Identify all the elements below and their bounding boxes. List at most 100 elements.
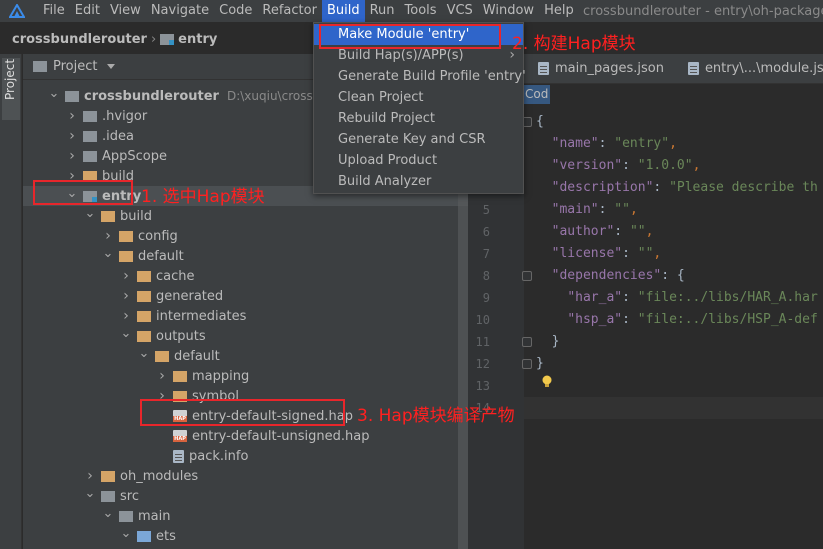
code-token: "description" (551, 180, 654, 195)
chevron-down-icon[interactable]: ⌄ (139, 346, 150, 361)
tree-node[interactable]: › cache (23, 266, 468, 286)
chevron-down-icon[interactable] (107, 64, 116, 69)
breadcrumb-module[interactable]: entry (178, 32, 217, 47)
menu-tools[interactable]: Tools (400, 0, 442, 22)
build-menu-item[interactable]: Build Analyzer (314, 171, 523, 192)
tree-node-label: intermediates (156, 308, 247, 324)
project-panel-title[interactable]: Project (53, 59, 97, 74)
tree-node-label: config (138, 228, 178, 244)
chevron-right-icon[interactable]: › (121, 308, 131, 324)
chevron-right-icon[interactable]: › (85, 468, 95, 484)
menu-vcs[interactable]: VCS (442, 0, 478, 22)
folder-icon (119, 230, 133, 242)
chevron-down-icon[interactable]: ⌄ (85, 486, 96, 501)
tree-node[interactable]: ⌄ build (23, 206, 468, 226)
tree-node[interactable]: ⌄ main (23, 506, 468, 526)
annotation-box-entry (33, 180, 133, 205)
chevron-down-icon[interactable]: ⌄ (85, 206, 96, 221)
app-logo-icon[interactable] (6, 0, 28, 22)
tree-node[interactable]: › oh_modules (23, 466, 468, 486)
json-file-icon (538, 62, 549, 75)
code-token: } (536, 356, 544, 371)
file-icon (173, 449, 184, 463)
build-menu-item[interactable]: Rebuild Project (314, 108, 523, 129)
tree-node[interactable]: ⌄ ets (23, 526, 468, 546)
menu-navigate[interactable]: Navigate (146, 0, 214, 22)
tree-node[interactable]: › mapping (23, 366, 468, 386)
tree-node[interactable]: ⌄ src (23, 486, 468, 506)
tab-module-json[interactable]: entry\...\module.json (674, 54, 823, 84)
chevron-right-icon[interactable]: › (121, 268, 131, 284)
annotation-step3: 3. Hap模块编译产物 (357, 406, 515, 426)
chevron-down-icon[interactable]: ⌄ (49, 86, 60, 101)
code-token: : { (661, 268, 685, 283)
chevron-right-icon[interactable]: › (67, 108, 77, 124)
menu-edit[interactable]: Edit (70, 0, 105, 22)
build-menu-item[interactable]: Upload Product (314, 150, 523, 171)
chevron-down-icon[interactable]: ⌄ (121, 326, 132, 341)
fold-marker-icon[interactable] (522, 271, 532, 281)
code-view-toggle[interactable]: Cod (524, 85, 550, 104)
chevron-right-icon[interactable]: › (103, 228, 113, 244)
code-token: "Please describe th (669, 180, 818, 195)
code-token: "version" (551, 158, 623, 173)
tree-node-label: default (174, 348, 220, 364)
menu-code[interactable]: Code (214, 0, 257, 22)
menu-file[interactable]: File (38, 0, 70, 22)
tab-main-pages[interactable]: main_pages.json (524, 54, 674, 84)
annotation-box-signed-hap (140, 399, 345, 426)
code-token: "" (614, 202, 630, 217)
chevron-down-icon[interactable]: ⌄ (103, 246, 114, 261)
build-menu-item[interactable]: Clean Project (314, 87, 523, 108)
tree-node[interactable]: › generated (23, 286, 468, 306)
tree-node-label: entry-default-unsigned.hap (192, 428, 370, 444)
tree-node[interactable]: ⌄ outputs (23, 326, 468, 346)
chevron-right-icon[interactable]: › (121, 288, 131, 304)
tree-node[interactable]: entry-default-unsigned.hap (23, 426, 468, 446)
menu-view[interactable]: View (105, 0, 146, 22)
build-menu-item-label: Upload Product (338, 153, 438, 168)
code-token: "har_a" (567, 290, 623, 305)
code-line: "version": "1.0.0", (536, 155, 701, 177)
tree-node-label: main (138, 508, 171, 524)
code-line: "name": "entry", (536, 133, 677, 155)
tree-node[interactable]: › config (23, 226, 468, 246)
code-token: "dependencies" (551, 268, 662, 283)
code-token: "file:../libs/HSP_A-def (637, 312, 818, 327)
menu-help[interactable]: Help (539, 0, 579, 22)
menu-build[interactable]: Build (321, 0, 365, 22)
fold-marker-icon[interactable] (522, 359, 532, 369)
project-scrollbar[interactable] (458, 190, 468, 549)
fold-marker-icon[interactable] (522, 337, 532, 347)
tree-node-label: default (138, 248, 184, 264)
breadcrumb-project[interactable]: crossbundlerouter (12, 32, 147, 47)
tree-node[interactable]: pack.info (23, 446, 468, 466)
build-menu-item[interactable]: Generate Key and CSR (314, 129, 523, 150)
code-token: , (669, 136, 677, 151)
build-menu-item[interactable]: Generate Build Profile 'entry' (314, 66, 526, 87)
menu-run[interactable]: Run (365, 0, 400, 22)
folder-icon (101, 210, 115, 222)
menu-window[interactable]: Window (478, 0, 539, 22)
breadcrumb-separator-icon: › (150, 31, 157, 47)
code-line: } (536, 353, 544, 375)
chevron-right-icon[interactable]: › (157, 368, 167, 384)
tree-node[interactable]: ⌄ default (23, 246, 468, 266)
tree-node[interactable]: › intermediates (23, 306, 468, 326)
code-token: "hsp_a" (567, 312, 623, 327)
chevron-right-icon[interactable]: › (67, 128, 77, 144)
tree-node-label: .hvigor (102, 108, 148, 124)
lightbulb-icon[interactable] (541, 375, 553, 389)
chevron-right-icon[interactable]: › (67, 148, 77, 164)
chevron-down-icon[interactable]: ⌄ (103, 506, 114, 521)
code-token: : (614, 224, 630, 239)
tree-node[interactable]: ⌄ default (23, 346, 468, 366)
build-menu-item-label: Clean Project (338, 90, 424, 105)
chevron-down-icon[interactable]: ⌄ (121, 526, 132, 541)
menu-refactor[interactable]: Refactor (257, 0, 322, 22)
code-token: , (692, 158, 701, 173)
folder-icon (101, 490, 115, 502)
